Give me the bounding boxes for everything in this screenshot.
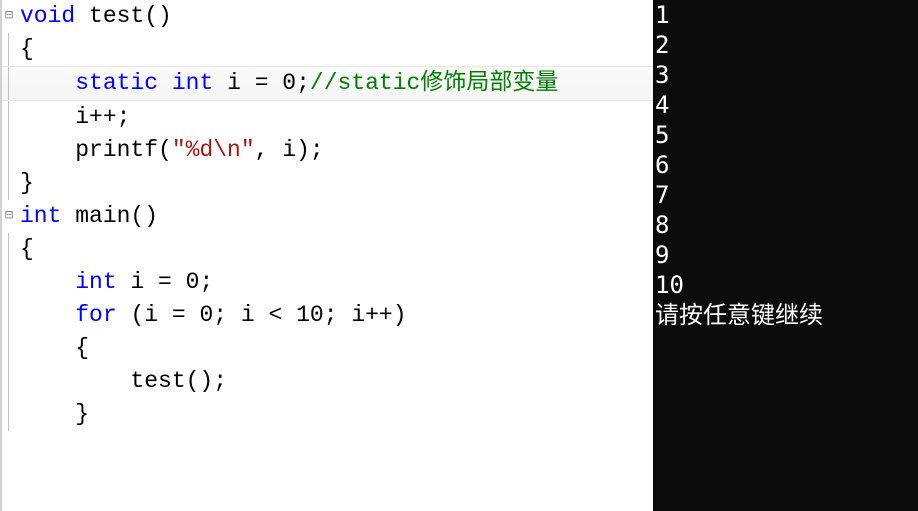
- code-line[interactable]: ⊟int main(): [2, 200, 653, 233]
- code-text: static int i = 0;//static修饰局部变量: [20, 70, 558, 96]
- code-line[interactable]: }: [2, 398, 653, 431]
- code-text: int i = 0;: [20, 269, 213, 295]
- console-line: 10: [655, 270, 916, 300]
- fold-guide-line: [8, 33, 9, 66]
- console-line: 2: [655, 30, 916, 60]
- console-line: 9: [655, 240, 916, 270]
- code-line[interactable]: printf("%d\n", i);: [2, 134, 653, 167]
- code-line[interactable]: for (i = 0; i < 10; i++): [2, 299, 653, 332]
- code-text: void test(): [20, 3, 172, 29]
- console-line: 6: [655, 150, 916, 180]
- console-line: 7: [655, 180, 916, 210]
- code-text: {: [20, 335, 89, 361]
- code-text: {: [20, 36, 34, 62]
- fold-guide-line: [8, 266, 9, 299]
- code-line[interactable]: {: [2, 233, 653, 266]
- console-line: 请按任意键继续: [655, 300, 916, 330]
- console-line: 4: [655, 90, 916, 120]
- console-line: 3: [655, 60, 916, 90]
- fold-guide-line: [8, 167, 9, 200]
- fold-collapse-icon[interactable]: ⊟: [2, 200, 16, 233]
- fold-guide-line: [8, 332, 9, 365]
- console-line: 8: [655, 210, 916, 240]
- console-output-pane[interactable]: 12345678910请按任意键继续: [653, 0, 918, 511]
- code-line[interactable]: {: [2, 33, 653, 66]
- code-line[interactable]: int i = 0;: [2, 266, 653, 299]
- fold-guide-line: [8, 67, 9, 100]
- code-text: {: [20, 236, 34, 262]
- code-text: printf("%d\n", i);: [20, 137, 324, 163]
- fold-guide-line: [8, 365, 9, 398]
- console-line: 1: [655, 0, 916, 30]
- console-line: 5: [655, 120, 916, 150]
- code-text: for (i = 0; i < 10; i++): [20, 302, 407, 328]
- code-line[interactable]: }: [2, 167, 653, 200]
- fold-guide-line: [8, 398, 9, 431]
- code-text: i++;: [20, 104, 130, 130]
- code-text: test();: [20, 368, 227, 394]
- code-text: int main(): [20, 203, 158, 229]
- fold-guide-line: [8, 101, 9, 134]
- code-line[interactable]: i++;: [2, 101, 653, 134]
- fold-guide-line: [8, 299, 9, 332]
- fold-collapse-icon[interactable]: ⊟: [2, 0, 16, 33]
- code-editor-pane[interactable]: ⊟void test(){ static int i = 0;//static修…: [0, 0, 653, 511]
- code-line[interactable]: ⊟void test(): [2, 0, 653, 33]
- fold-guide-line: [8, 233, 9, 266]
- code-text: }: [20, 401, 89, 427]
- code-line[interactable]: static int i = 0;//static修饰局部变量: [2, 66, 653, 101]
- code-text: }: [20, 170, 34, 196]
- fold-guide-line: [8, 134, 9, 167]
- code-line[interactable]: test();: [2, 365, 653, 398]
- code-line[interactable]: {: [2, 332, 653, 365]
